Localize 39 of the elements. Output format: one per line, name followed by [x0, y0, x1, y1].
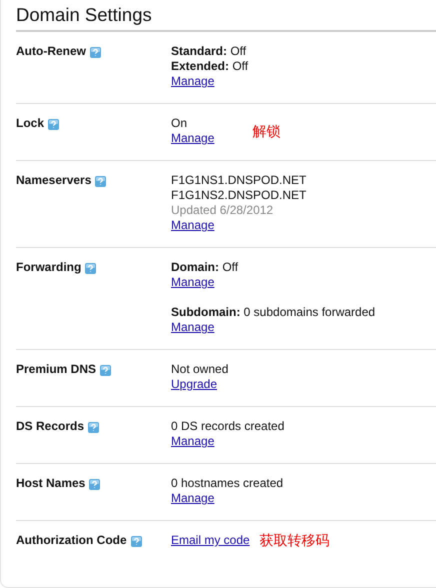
manage-link[interactable]: Manage: [171, 218, 214, 233]
setting-value: F1G1NS2.DNSPOD.NET: [171, 188, 306, 203]
manage-link[interactable]: Manage: [171, 74, 214, 89]
setting-label: DS Records: [16, 419, 84, 434]
setting-label: Authorization Code: [16, 533, 127, 548]
help-icon[interactable]: [130, 536, 142, 547]
setting-value: On: [171, 116, 188, 131]
setting-value: 0 hostnames created: [171, 476, 284, 491]
setting-label: Lock: [16, 116, 44, 131]
setting-value: F1G1NS1.DNSPOD.NET: [171, 173, 306, 188]
setting-value: Subdomain: 0 subdomains forwarded: [171, 305, 376, 320]
setting-label: Forwarding: [16, 260, 82, 275]
setting-value: Extended: Off: [171, 59, 248, 74]
annotation-text: 解锁: [252, 124, 280, 141]
setting-value: Standard: Off: [171, 44, 246, 59]
setting-value: Domain: Off: [171, 260, 238, 275]
manage-link[interactable]: Manage: [171, 491, 214, 506]
help-icon[interactable]: [89, 479, 100, 490]
help-icon[interactable]: [88, 422, 100, 433]
setting-label: Nameservers: [16, 173, 92, 188]
annotation-text: 获取转移码: [260, 533, 330, 548]
manage-link[interactable]: Manage: [171, 131, 214, 146]
help-icon[interactable]: [48, 119, 60, 130]
help-icon[interactable]: [85, 263, 96, 274]
setting-value: Not owned: [171, 362, 228, 377]
manage-link[interactable]: Email my code: [171, 533, 250, 548]
help-icon[interactable]: [100, 365, 112, 376]
setting-label: Host Names: [16, 476, 86, 491]
updated-text: Updated 6/28/2012: [171, 203, 274, 218]
manage-link[interactable]: Manage: [171, 320, 214, 335]
setting-value: 0 DS records created: [171, 419, 284, 434]
help-icon[interactable]: [95, 176, 106, 187]
help-icon[interactable]: [90, 47, 101, 58]
setting-label: Auto-Renew: [16, 44, 86, 59]
page-title: Domain Settings: [16, 2, 436, 32]
manage-link[interactable]: Manage: [171, 275, 214, 290]
setting-label: Premium DNS: [16, 362, 96, 377]
manage-link[interactable]: Manage: [171, 434, 214, 449]
manage-link[interactable]: Upgrade: [171, 377, 218, 392]
